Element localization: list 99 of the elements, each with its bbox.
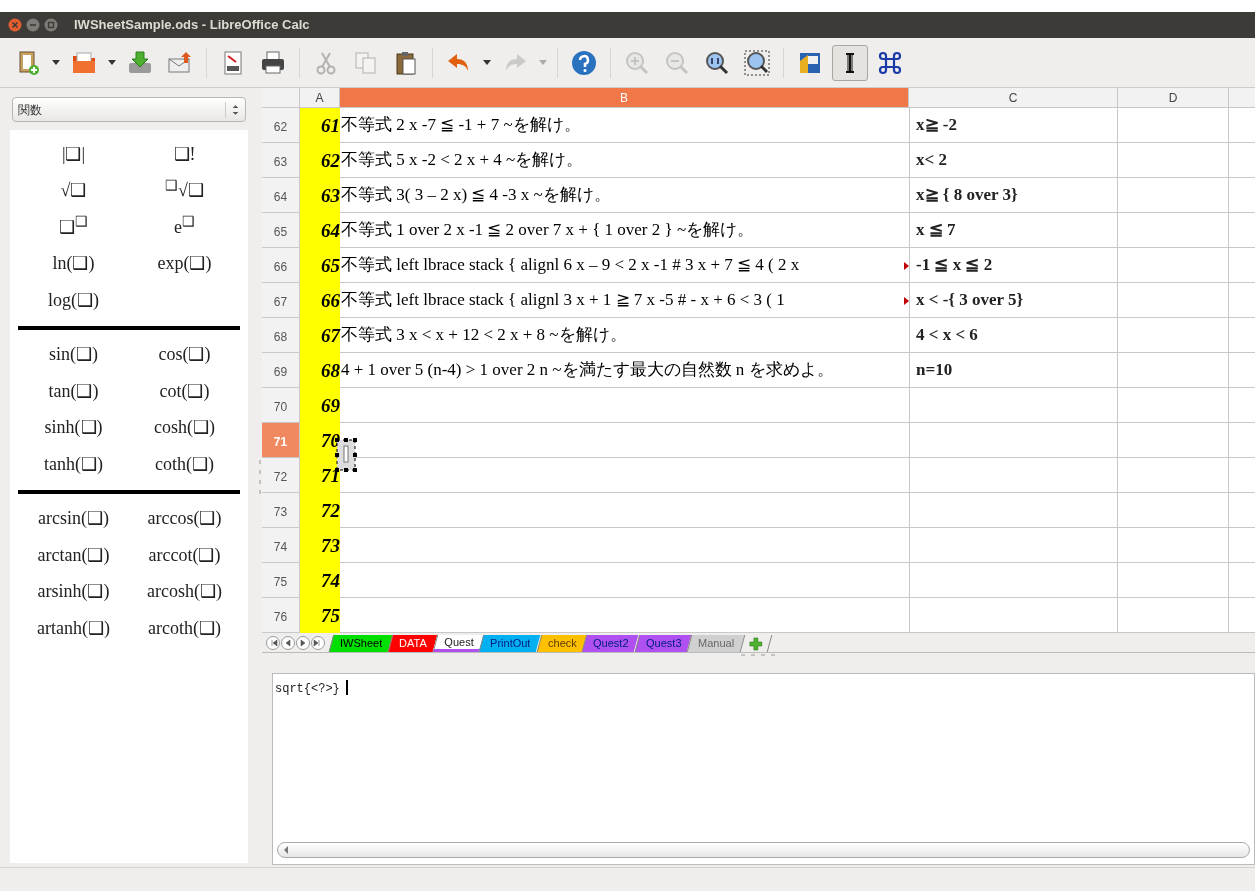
caret-icon[interactable] — [106, 58, 118, 67]
answer-cell: n=10 — [909, 353, 1118, 388]
number-cell: 73 — [300, 528, 340, 563]
number-cell: 66 — [300, 283, 340, 318]
symbol-item[interactable]: arcsin(❑) — [38, 505, 109, 533]
row-header[interactable]: 63 — [262, 143, 300, 178]
symbol-item[interactable]: arccos(❑) — [147, 505, 222, 533]
number-cell: 63 — [300, 178, 340, 213]
number-cell: 68 — [300, 353, 340, 388]
number-cell: 75 — [300, 598, 340, 633]
row-header[interactable]: 75 — [262, 563, 300, 598]
number-cell: 62 — [300, 143, 340, 178]
symbol-item[interactable]: arccot(❑) — [148, 541, 221, 569]
symbol-item[interactable]: artanh(❑) — [37, 614, 110, 642]
symbol-item[interactable]: tan(❑) — [48, 377, 99, 405]
question-cell: 不等式 5 x -2 < 2 x + 4 ~を解け。 — [340, 143, 909, 178]
row-header[interactable]: 73 — [262, 493, 300, 528]
row-header[interactable]: 70 — [262, 388, 300, 423]
symbol-item[interactable]: tanh(❑) — [44, 450, 103, 478]
caret-icon[interactable] — [481, 58, 493, 67]
row-header[interactable]: 69 — [262, 353, 300, 388]
number-cell: 67 — [300, 318, 340, 353]
number-cell: 64 — [300, 213, 340, 248]
number-cell: 69 — [300, 388, 340, 423]
category-value: 関数 — [18, 101, 43, 119]
formula-text: sqrt{<?>} — [275, 681, 340, 698]
symbol-item[interactable]: exp(❑) — [157, 250, 212, 278]
row-header[interactable]: 68 — [262, 318, 300, 353]
category-dropdown[interactable]: 関数 — [12, 97, 246, 122]
row-header[interactable]: 65 — [262, 213, 300, 248]
symbol-item[interactable]: arcosh(❑) — [147, 578, 222, 606]
question-cell: 不等式 left lbrace stack { alignl 6 x – 9 < 2 x -1 # 3 x + 7 ≦ 4 ( 2 x — [340, 248, 909, 283]
sheet-nav-icon[interactable] — [296, 636, 310, 650]
row-header[interactable]: 74 — [262, 528, 300, 563]
sheet-tab[interactable]: Manual — [687, 635, 745, 652]
symbol-item[interactable]: sin(❑) — [49, 341, 98, 369]
question-cell: 不等式 2 x -7 ≦ -1 + 7 ~を解け。 — [340, 108, 909, 143]
sheet-tab[interactable]: DATA — [387, 635, 438, 652]
number-cell: 74 — [300, 563, 340, 598]
symbol-item[interactable]: cot(❑) — [159, 377, 210, 405]
sheet-tab[interactable]: PrintOut — [479, 635, 541, 652]
symbol-item[interactable]: cos(❑) — [158, 341, 211, 369]
column-header[interactable]: D — [1118, 88, 1229, 108]
symbol-item[interactable]: cosh(❑) — [154, 414, 215, 442]
question-cell: 不等式 left lbrace stack { alignl 3 x + 1 ≧ 7 x -5 # - x + 6 < 3 ( 1 — [340, 283, 909, 318]
answer-cell: -1 ≦ x ≦ 2 — [909, 248, 1118, 283]
maximize-icon[interactable] — [44, 18, 58, 32]
text-cursor-icon[interactable] — [832, 44, 868, 81]
symbol-item[interactable]: sinh(❑) — [44, 414, 103, 442]
column-header[interactable]: C — [909, 88, 1118, 108]
row-header[interactable]: 72 — [262, 458, 300, 493]
question-cell: 不等式 1 over 2 x -1 ≦ 2 over 7 x + { 1 over 2 } ~を解け。 — [340, 213, 909, 248]
question-cell: 4 + 1 over 5 (n-4) > 1 over 2 n ~を満たす最大の自然数 n を求めよ。 — [340, 353, 909, 388]
sheet-nav-icon[interactable] — [281, 636, 295, 650]
symbol-item[interactable]: ln(❑) — [52, 250, 95, 278]
horizontal-scrollbar[interactable] — [277, 842, 1250, 858]
row-header[interactable]: 64 — [262, 178, 300, 213]
symbol-item[interactable]: arcoth(❑) — [148, 614, 221, 642]
number-cell: 61 — [300, 108, 340, 143]
answer-cell: x≧ -2 — [909, 108, 1118, 143]
sheet-nav-icon[interactable] — [311, 636, 325, 650]
symbol-item[interactable]: arctan(❑) — [37, 541, 110, 569]
symbol-item[interactable]: |❑| — [61, 140, 86, 168]
symbol-item[interactable]: ❑! — [173, 140, 196, 168]
sheet-tab[interactable]: Quest3 — [634, 635, 692, 652]
symbol-item[interactable]: √❑ — [60, 177, 87, 205]
answer-cell: 4 < x < 6 — [909, 318, 1118, 353]
answer-cell: x ≦ 7 — [909, 213, 1118, 248]
row-header[interactable]: 62 — [262, 108, 300, 143]
window-title: IWSheetSample.ods - LibreOffice Calc — [74, 16, 310, 35]
answer-cell: x≧ { 8 over 3} — [909, 178, 1118, 213]
sheet-tab[interactable]: IWSheet — [328, 635, 393, 652]
close-icon[interactable] — [8, 18, 22, 32]
column-header[interactable]: A — [300, 88, 340, 108]
question-cell: 不等式 3( 3 – 2 x) ≦ 4 -3 x ~を解け。 — [340, 178, 909, 213]
text-cursor — [345, 680, 348, 695]
symbol-item[interactable]: ❑$^{❑}$ — [59, 213, 88, 241]
formula-editor[interactable]: sqrt{<?>} — [272, 673, 1255, 865]
symbol-item[interactable]: e$^{❑}$ — [174, 213, 195, 241]
symbol-item[interactable]: coth(❑) — [155, 450, 214, 478]
symbol-item[interactable]: $^{❑}$√❑ — [165, 177, 204, 205]
row-header[interactable]: 66 — [262, 248, 300, 283]
sheet-nav-icon[interactable] — [266, 636, 280, 650]
plus-icon — [749, 636, 764, 651]
sheet-tab[interactable]: Quest — [432, 635, 484, 652]
symbol-item[interactable]: arsinh(❑) — [37, 578, 110, 606]
question-cell: 不等式 3 x < x + 12 < 2 x + 8 ~を解け。 — [340, 318, 909, 353]
number-cell: 72 — [300, 493, 340, 528]
symbol-item[interactable]: log(❑) — [48, 286, 99, 314]
caret-icon[interactable] — [50, 58, 62, 67]
sheet-tab[interactable]: Quest2 — [582, 635, 640, 652]
answer-cell: x< 2 — [909, 143, 1118, 178]
number-cell: 65 — [300, 248, 340, 283]
minimize-icon[interactable] — [26, 18, 40, 32]
row-header[interactable]: 76 — [262, 598, 300, 633]
row-header[interactable]: 67 — [262, 283, 300, 318]
answer-cell: x < -{ 3 over 5} — [909, 283, 1118, 318]
sheet-tab[interactable]: check — [536, 635, 587, 652]
scroll-left-icon[interactable] — [282, 845, 290, 855]
